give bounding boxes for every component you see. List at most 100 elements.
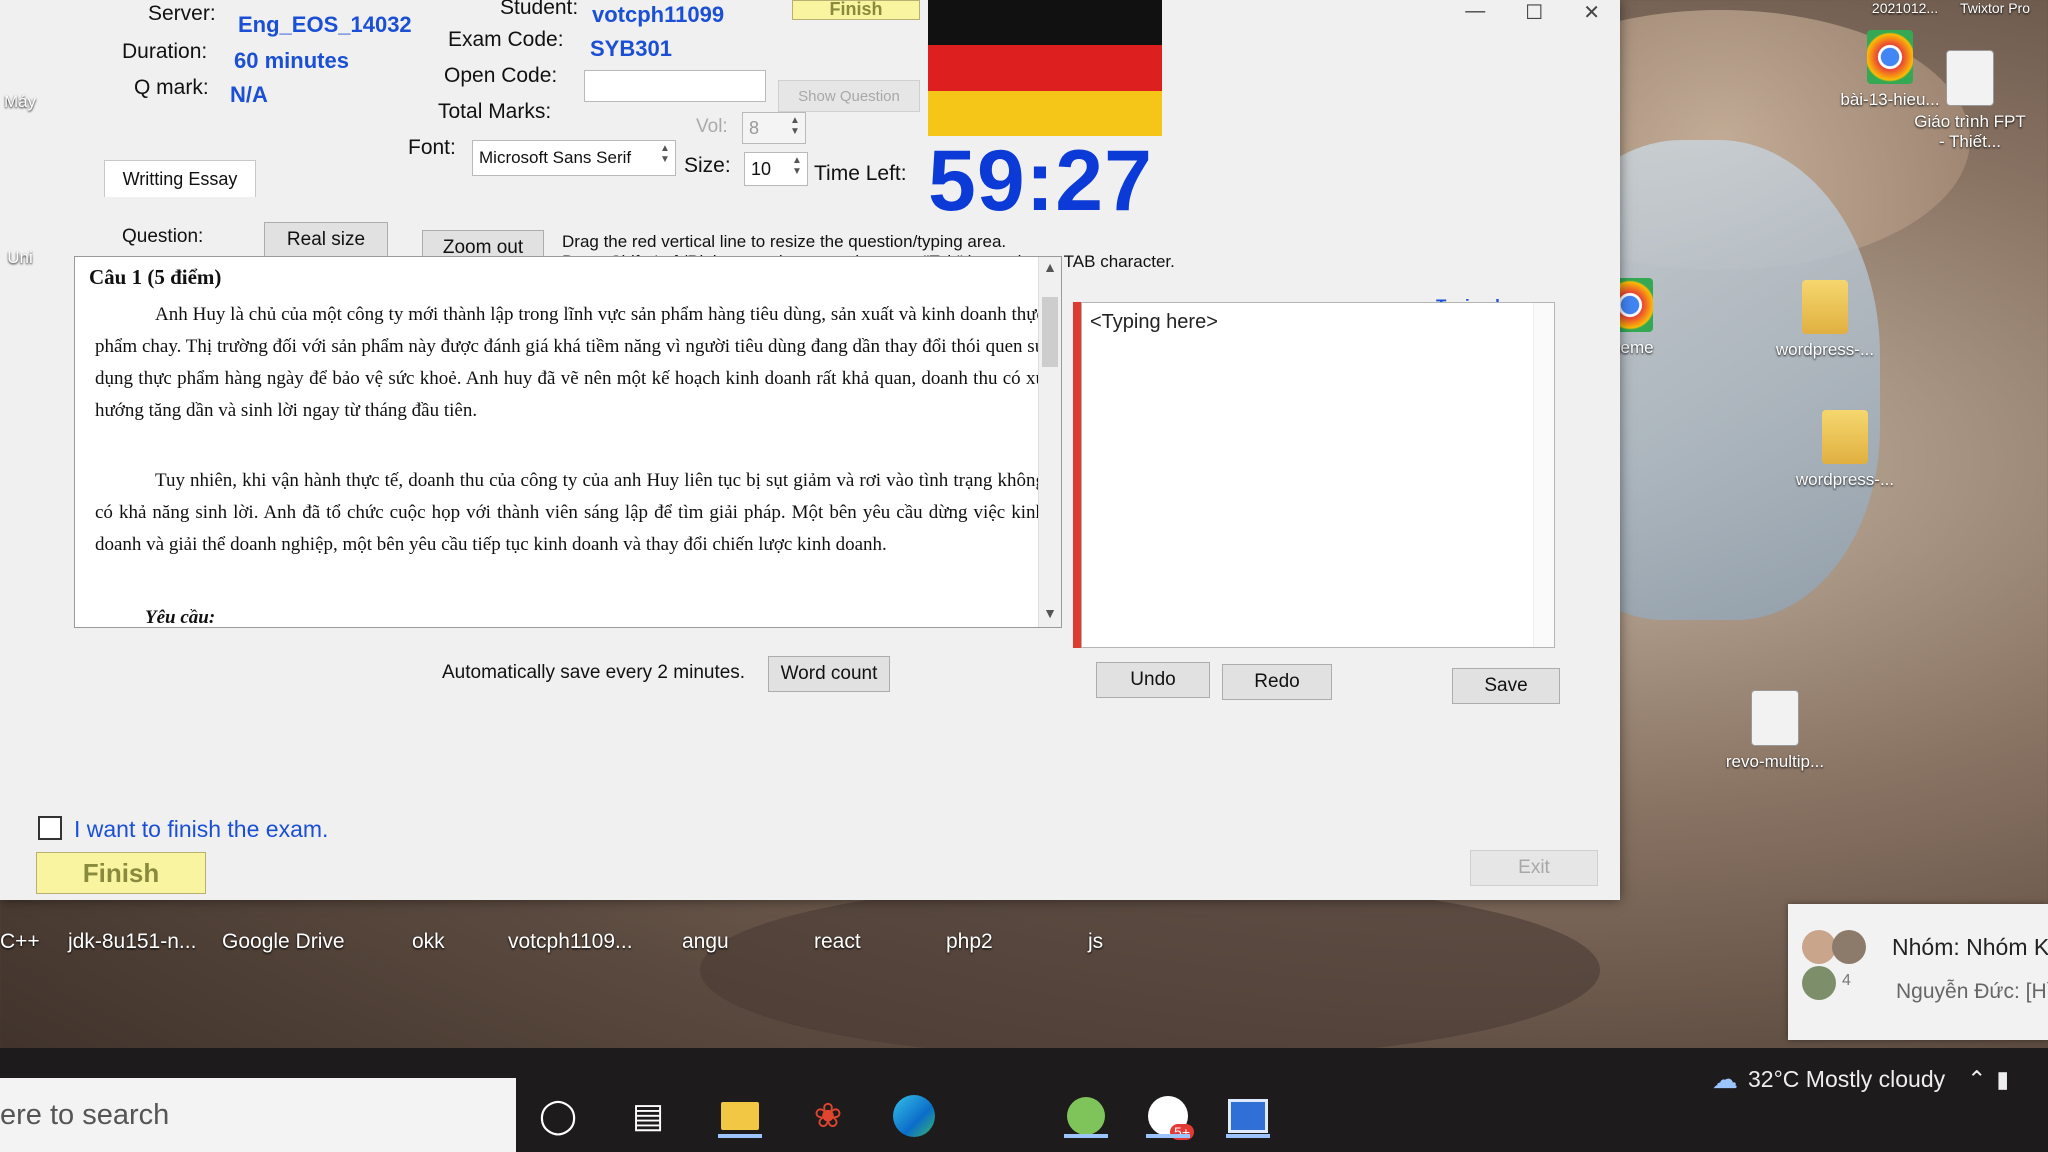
student-label: Student: <box>500 0 579 19</box>
active-indicator <box>718 1134 762 1138</box>
real-size-button[interactable]: Real size <box>264 222 388 258</box>
member-count: 4 <box>1842 972 1851 989</box>
question-paragraph-2: Tuy nhiên, khi vận hành thực tế, doanh t… <box>95 470 1045 555</box>
app-icon[interactable]: ❀ <box>800 1088 856 1144</box>
tab-writing-essay[interactable]: Writting Essay <box>104 160 256 197</box>
close-icon[interactable]: ✕ <box>1583 0 1600 25</box>
file-explorer-icon[interactable] <box>712 1088 768 1144</box>
avatar <box>1802 930 1836 964</box>
server-value: Eng_EOS_14032 <box>238 12 412 37</box>
avatar <box>1832 930 1866 964</box>
finish-checkbox[interactable] <box>38 816 62 840</box>
autosave-text: Automatically save every 2 minutes. <box>442 662 746 683</box>
chrome-icon <box>1867 30 1913 84</box>
chat-notification[interactable]: 4 Nhóm: Nhóm K Nguyễn Đức: [Hìn <box>1788 904 2048 1040</box>
desktop-icon-okk[interactable]: okk <box>412 930 445 954</box>
time-left-value: 59:27 <box>928 133 1153 229</box>
finish-checkbox-label[interactable]: I want to finish the exam. <box>74 816 328 843</box>
window-controls: — ☐ ✕ <box>1465 0 1600 25</box>
spinner-arrows-icon: ▲ ▼ <box>660 143 670 165</box>
spinner-arrows-icon: ▲ ▼ <box>790 115 800 137</box>
qmark-label: Q mark: <box>134 76 209 99</box>
scrollbar-thumb[interactable] <box>1042 297 1058 367</box>
scroll-down-icon[interactable]: ▼ <box>1039 607 1061 623</box>
exam-code-value: SYB301 <box>590 36 672 61</box>
app-icon-green[interactable] <box>1058 1088 1114 1144</box>
server-label: Server: <box>148 2 216 25</box>
desktop-icon-google-drive[interactable]: Google Drive <box>222 930 345 954</box>
desktop-icon-votcph[interactable]: votcph1109... <box>508 930 633 954</box>
battery-icon: ▮ <box>1996 1066 2010 1092</box>
desktop-icon-wordpress-2[interactable]: wordpress-... <box>1770 410 1920 490</box>
answer-textarea[interactable]: <Typing here> <box>1081 302 1555 648</box>
flag-stripe-red <box>928 45 1162 91</box>
exam-window: — ☐ ✕ Server: Eng_EOS_14032 Duration: 60… <box>0 0 1620 900</box>
redo-button[interactable]: Redo <box>1222 664 1332 700</box>
scroll-up-icon[interactable]: ▲ <box>1039 261 1061 277</box>
qmark-value: N/A <box>230 82 268 107</box>
desktop-icon-cpp[interactable]: C++ <box>0 930 40 954</box>
show-question-button[interactable]: Show Question <box>778 80 920 112</box>
student-value: votcph11099 <box>592 2 725 27</box>
doc-icon <box>1946 50 1994 106</box>
question-scrollbar[interactable]: ▲ ▼ <box>1038 257 1061 627</box>
desktop-icon-revo[interactable]: revo-multip... <box>1700 690 1850 772</box>
taskbar-search-input[interactable]: ere to search <box>0 1078 516 1152</box>
installer-icon <box>1751 690 1799 746</box>
vol-label: Vol: <box>696 116 728 137</box>
save-button[interactable]: Save <box>1452 668 1560 704</box>
active-indicator <box>1146 1134 1190 1138</box>
undo-button[interactable]: Undo <box>1096 662 1210 698</box>
desktop-icon-js[interactable]: js <box>1088 930 1103 954</box>
weather-widget[interactable]: ☁ 32°C Mostly cloudy ⌃ ▮ <box>1712 1064 2009 1095</box>
desktop-label-uni[interactable]: Uni <box>0 248 80 268</box>
edge-icon[interactable] <box>886 1088 942 1144</box>
total-marks-label: Total Marks: <box>438 100 552 123</box>
desktop-icon-angu[interactable]: angu <box>682 930 729 954</box>
vol-spinner[interactable]: 8 ▲ ▼ <box>742 112 806 144</box>
desktop-icon-php2[interactable]: php2 <box>946 930 993 954</box>
folder-icon <box>1802 280 1848 334</box>
desktop-icon-jdk[interactable]: jdk-8u151-n... <box>68 930 196 954</box>
notification-subtitle: Nguyễn Đức: [Hìn <box>1896 980 2048 1003</box>
desktop-icon-wordpress-1[interactable]: wordpress-... <box>1750 280 1900 360</box>
group-avatar: 4 <box>1802 930 1866 1006</box>
flag-stripe-black <box>928 0 1162 46</box>
exam-app-icon[interactable] <box>1220 1088 1276 1144</box>
german-flag-icon <box>928 0 1162 136</box>
zalo-icon[interactable]: 5+ <box>1140 1088 1196 1144</box>
notification-title: Nhóm: Nhóm K <box>1892 934 2048 960</box>
exit-button[interactable]: Exit <box>1470 850 1598 886</box>
chevron-up-icon[interactable]: ⌃ <box>1967 1066 1986 1093</box>
exam-code-label: Exam Code: <box>448 28 564 51</box>
duration-value: 60 minutes <box>234 48 349 73</box>
maximize-icon[interactable]: ☐ <box>1525 0 1543 25</box>
question-title: Câu 1 (5 điểm) <box>89 265 222 289</box>
task-view-icon[interactable]: ▤ <box>620 1088 676 1144</box>
font-select[interactable]: Microsoft Sans Serif ▲ ▼ <box>472 140 676 176</box>
active-indicator <box>1064 1134 1108 1138</box>
minimize-icon[interactable]: — <box>1465 0 1485 25</box>
answer-scrollbar[interactable] <box>1533 303 1554 647</box>
resize-splitter[interactable] <box>1073 302 1081 648</box>
desktop-label-top-2[interactable]: Twixtor Pro <box>1920 0 2048 16</box>
font-label: Font: <box>408 136 456 159</box>
word-count-button[interactable]: Word count <box>768 656 890 692</box>
time-left-label: Time Left: <box>814 162 907 185</box>
question-paragraph-1: Anh Huy là chủ của một công ty mới thành… <box>95 304 1045 421</box>
open-code-input[interactable] <box>584 70 766 102</box>
spinner-arrows-icon: ▲ ▼ <box>792 155 802 177</box>
finish-top-button[interactable]: Finish <box>792 0 920 20</box>
cortana-icon[interactable]: ◯ <box>530 1088 586 1144</box>
size-spinner[interactable]: 10 ▲ ▼ <box>744 152 808 186</box>
duration-label: Duration: <box>122 40 208 63</box>
flag-stripe-gold <box>928 90 1162 136</box>
question-pane[interactable]: Câu 1 (5 điểm) Anh Huy là chủ của một cô… <box>74 256 1062 628</box>
desktop-icon-giao-trinh[interactable]: Giáo trình FPT - Thiết... <box>1910 50 2030 152</box>
question-label: Question: <box>122 226 204 247</box>
cloud-icon: ☁ <box>1712 1064 1738 1094</box>
desktop-icon-react[interactable]: react <box>814 930 861 954</box>
finish-button[interactable]: Finish <box>36 852 206 894</box>
avatar <box>1802 966 1836 1000</box>
desktop-label-may[interactable]: Máy <box>0 92 80 112</box>
